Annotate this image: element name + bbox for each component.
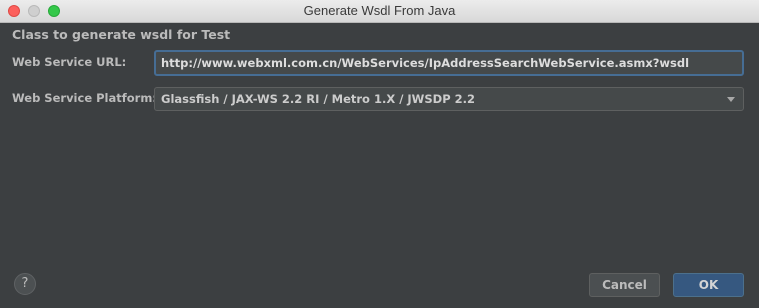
- class-heading: Class to generate wsdl for Test: [12, 27, 231, 42]
- cancel-button[interactable]: Cancel: [589, 273, 660, 297]
- web-service-url-label: Web Service URL:: [12, 55, 127, 69]
- window-title: Generate Wsdl From Java: [303, 3, 456, 18]
- ok-button[interactable]: OK: [673, 273, 744, 297]
- web-service-platform-label: Web Service Platform:: [12, 91, 157, 105]
- title-bar[interactable]: Generate Wsdl From Java: [0, 0, 759, 23]
- platform-selected-value: Glassfish / JAX-WS 2.2 RI / Metro 1.X / …: [161, 92, 476, 106]
- web-service-platform-select[interactable]: Glassfish / JAX-WS 2.2 RI / Metro 1.X / …: [154, 87, 744, 111]
- help-button[interactable]: ?: [14, 273, 36, 295]
- chevron-down-icon[interactable]: [727, 97, 735, 102]
- web-service-url-input[interactable]: [154, 50, 744, 76]
- dialog-window: Generate Wsdl From Java Class to generat…: [0, 0, 759, 308]
